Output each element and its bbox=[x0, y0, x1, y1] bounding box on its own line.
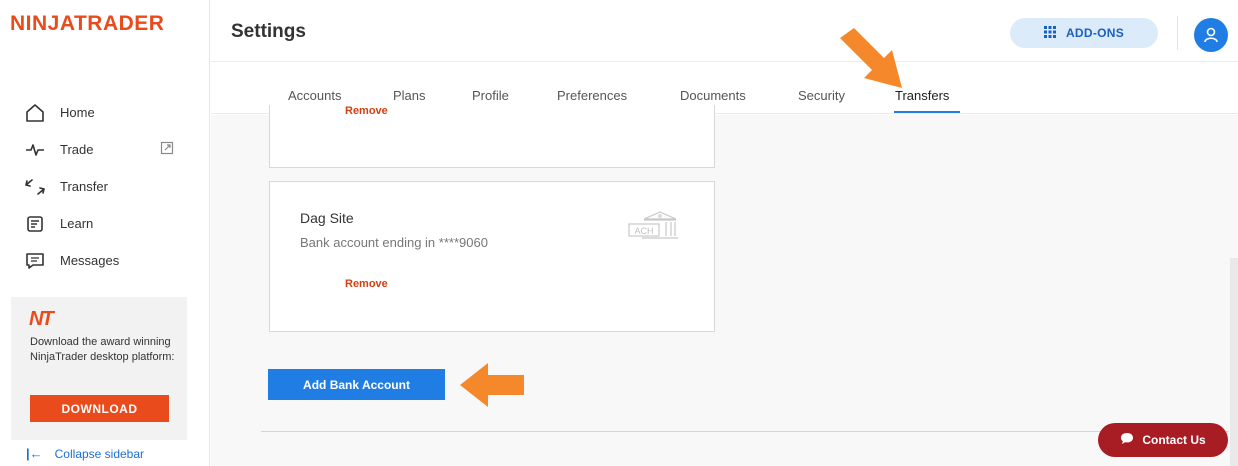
sidebar-item-transfer[interactable]: Transfer bbox=[24, 168, 174, 205]
external-link-icon bbox=[160, 141, 174, 158]
ach-label: ACH bbox=[634, 226, 653, 236]
sidebar-item-label: Home bbox=[60, 105, 95, 120]
remove-bank-account-button[interactable]: Remove bbox=[345, 278, 388, 290]
tab-preferences[interactable]: Preferences bbox=[557, 88, 627, 103]
download-button[interactable]: DOWNLOAD bbox=[30, 395, 169, 422]
sidebar-item-messages[interactable]: Messages bbox=[24, 242, 174, 279]
tab-plans[interactable]: Plans bbox=[393, 88, 426, 103]
header-divider bbox=[1177, 16, 1178, 50]
contact-us-label: Contact Us bbox=[1142, 433, 1206, 447]
sidebar-item-label: Learn bbox=[60, 216, 94, 231]
annotation-arrow-icon bbox=[840, 28, 902, 88]
contact-us-button[interactable]: Contact Us bbox=[1098, 423, 1228, 457]
promo-text: Download the award winning NinjaTrader d… bbox=[30, 336, 175, 363]
sidebar-item-label: Transfer bbox=[60, 179, 108, 194]
bank-account-description: Bank account ending in ****9060 bbox=[300, 235, 488, 250]
collapse-sidebar-label: Collapse sidebar bbox=[54, 446, 145, 461]
annotation-arrow-icon bbox=[460, 363, 524, 407]
collapse-left-icon: |← bbox=[26, 446, 43, 461]
grid-icon bbox=[1043, 25, 1056, 41]
add-bank-account-button[interactable]: Add Bank Account bbox=[268, 369, 445, 400]
sidebar: NINJATRADER Home Trade Transfer Learn Me… bbox=[0, 0, 210, 466]
desktop-promo: NT Download the award winning NinjaTrade… bbox=[11, 297, 187, 440]
scrollbar-track[interactable] bbox=[1230, 258, 1238, 466]
sidebar-item-home[interactable]: Home bbox=[24, 94, 174, 131]
tab-profile[interactable]: Profile bbox=[472, 88, 509, 103]
sidebar-nav: Home Trade Transfer Learn Messages bbox=[24, 94, 174, 279]
top-header: Settings ADD-ONS bbox=[211, 0, 1238, 62]
book-icon bbox=[24, 213, 46, 235]
collapse-sidebar-link[interactable]: |← Collapse sidebar bbox=[26, 446, 144, 461]
add-ons-label: ADD-ONS bbox=[1065, 26, 1125, 40]
remove-bank-account-button[interactable]: Remove bbox=[345, 105, 388, 117]
bank-account-card: Dag Site Bank account ending in ****9060… bbox=[269, 181, 715, 332]
sidebar-item-learn[interactable]: Learn bbox=[24, 205, 174, 242]
message-icon bbox=[24, 250, 46, 272]
tab-documents[interactable]: Documents bbox=[680, 88, 746, 103]
sidebar-item-label: Trade bbox=[60, 142, 94, 157]
chat-bubble-icon bbox=[1120, 432, 1134, 448]
user-avatar[interactable] bbox=[1194, 18, 1228, 52]
section-divider bbox=[261, 431, 1229, 432]
pulse-icon bbox=[24, 139, 46, 161]
tab-accounts[interactable]: Accounts bbox=[288, 88, 341, 103]
home-icon bbox=[24, 102, 46, 124]
sidebar-item-label: Messages bbox=[60, 253, 120, 268]
add-ons-button[interactable]: ADD-ONS bbox=[1010, 18, 1158, 48]
ach-bank-icon: ACH bbox=[628, 210, 684, 245]
bank-account-card: Remove bbox=[269, 105, 715, 168]
transfer-arrows-icon bbox=[24, 176, 46, 198]
page-title: Settings bbox=[231, 21, 306, 42]
ninjatrader-logo[interactable]: NINJATRADER bbox=[10, 12, 164, 36]
nt-logo: NT bbox=[29, 308, 54, 330]
user-icon bbox=[1204, 27, 1218, 43]
bank-account-name: Dag Site bbox=[300, 210, 354, 226]
active-tab-indicator bbox=[894, 111, 960, 113]
sidebar-item-trade[interactable]: Trade bbox=[24, 131, 174, 168]
